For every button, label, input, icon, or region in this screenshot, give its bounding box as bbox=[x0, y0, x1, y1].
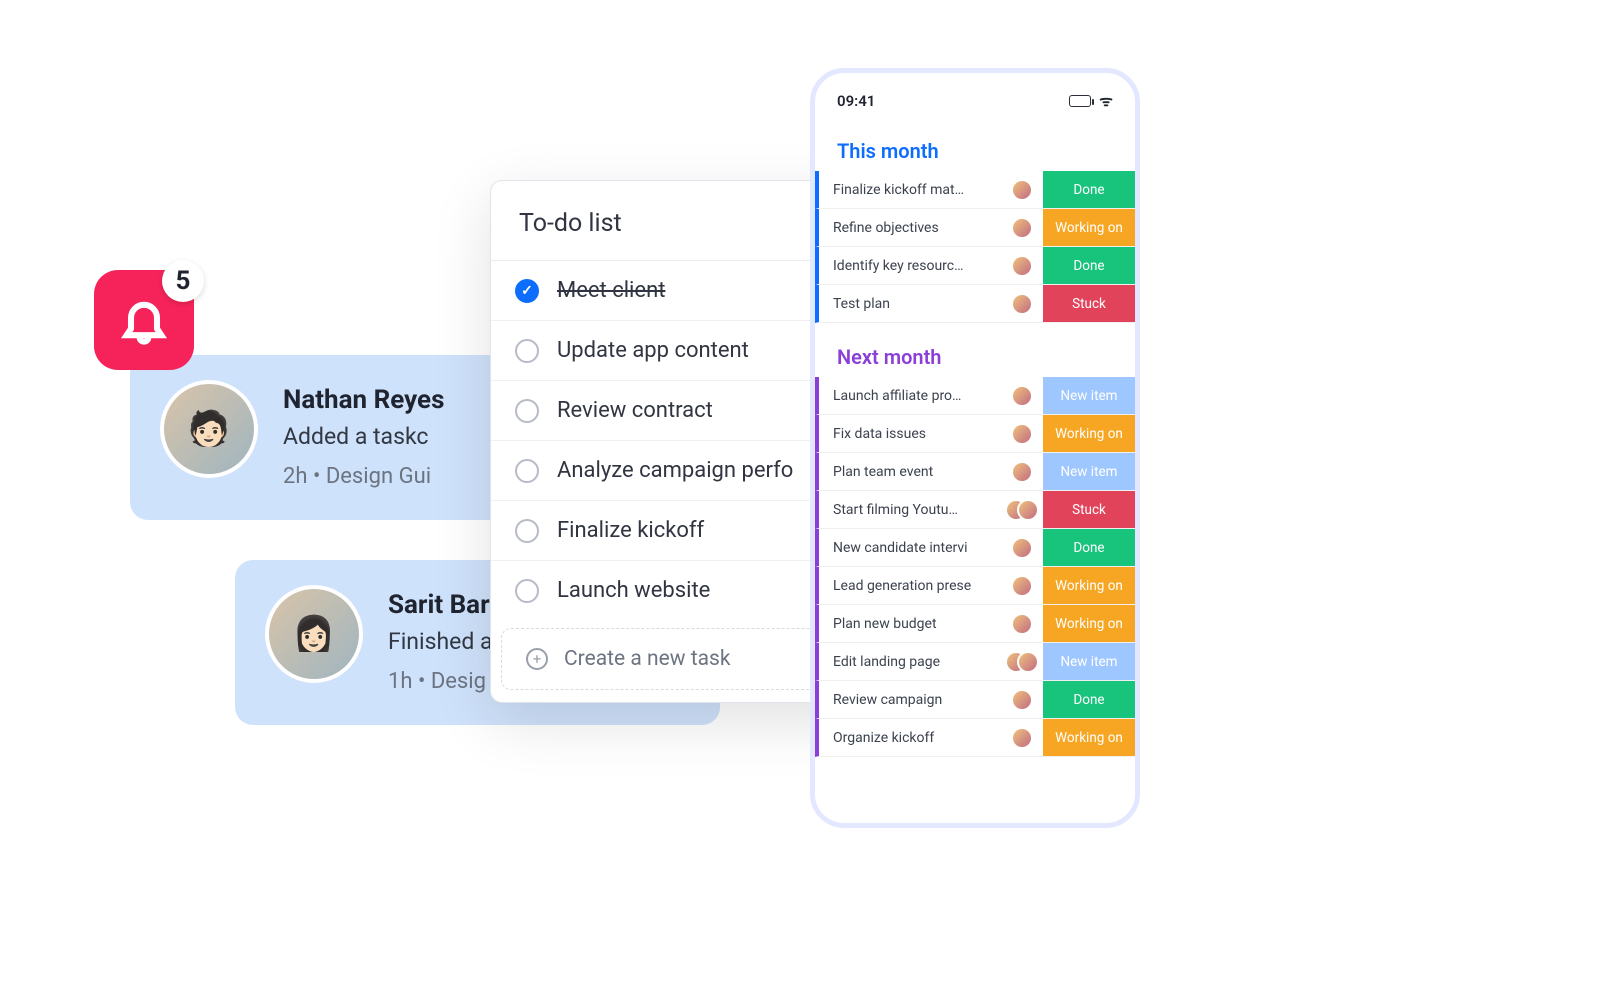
avatar: 🧑🏻 bbox=[160, 380, 258, 478]
todo-label: Review contract bbox=[557, 398, 713, 423]
avatar bbox=[1011, 179, 1033, 201]
task-row[interactable]: Start filming Youtu… Stuck bbox=[815, 491, 1135, 529]
status-badge[interactable]: Working on bbox=[1043, 209, 1135, 246]
assignee-avatars bbox=[1001, 537, 1043, 559]
todo-label: Launch website bbox=[557, 578, 710, 603]
task-name: Refine objectives bbox=[819, 220, 1001, 236]
assignee-avatars bbox=[1001, 689, 1043, 711]
status-badge[interactable]: Working on bbox=[1043, 415, 1135, 452]
status-badge[interactable]: Done bbox=[1043, 681, 1135, 718]
task-row[interactable]: Refine objectives Working on bbox=[815, 209, 1135, 247]
task-name: Start filming Youtu… bbox=[819, 502, 1001, 518]
status-icons: ᯤ bbox=[1069, 91, 1113, 111]
assignee-avatars bbox=[1001, 499, 1043, 521]
status-time: 09:41 bbox=[837, 92, 875, 110]
task-row[interactable]: Lead generation prese Working on bbox=[815, 567, 1135, 605]
task-name: Review campaign bbox=[819, 692, 1001, 708]
task-row[interactable]: Plan team event New item bbox=[815, 453, 1135, 491]
avatar bbox=[1011, 727, 1033, 749]
task-row[interactable]: Organize kickoff Working on bbox=[815, 719, 1135, 757]
task-row[interactable]: Plan new budget Working on bbox=[815, 605, 1135, 643]
task-name: New candidate intervi bbox=[819, 540, 1001, 556]
avatar bbox=[1017, 651, 1039, 673]
battery-icon bbox=[1069, 95, 1091, 107]
avatar: 👩🏻 bbox=[265, 585, 363, 683]
avatar bbox=[1011, 689, 1033, 711]
status-badge[interactable]: New item bbox=[1043, 453, 1135, 490]
assignee-avatars bbox=[1001, 651, 1043, 673]
todo-label: Finalize kickoff bbox=[557, 518, 704, 543]
status-badge[interactable]: Done bbox=[1043, 247, 1135, 284]
avatar bbox=[1011, 255, 1033, 277]
group-title[interactable]: Next month bbox=[815, 323, 1135, 377]
task-name: Lead generation prese bbox=[819, 578, 1001, 594]
todo-checkbox[interactable] bbox=[515, 459, 539, 483]
status-badge[interactable]: Done bbox=[1043, 171, 1135, 208]
avatar bbox=[1011, 293, 1033, 315]
task-group-next-month: Next month Launch affiliate pro… New item… bbox=[815, 323, 1135, 757]
assignee-avatars bbox=[1001, 217, 1043, 239]
phone-mock: 09:41 ᯤ This month Finalize kickoff mat…… bbox=[810, 68, 1140, 828]
assignee-avatars bbox=[1001, 255, 1043, 277]
notification-count-badge: 5 bbox=[162, 260, 204, 302]
status-badge[interactable]: New item bbox=[1043, 643, 1135, 680]
status-badge[interactable]: Working on bbox=[1043, 567, 1135, 604]
status-badge[interactable]: Working on bbox=[1043, 719, 1135, 756]
task-row[interactable]: Edit landing page New item bbox=[815, 643, 1135, 681]
task-row[interactable]: Finalize kickoff mat… Done bbox=[815, 171, 1135, 209]
task-name: Plan new budget bbox=[819, 616, 1001, 632]
task-row[interactable]: Launch affiliate pro… New item bbox=[815, 377, 1135, 415]
assignee-avatars bbox=[1001, 727, 1043, 749]
task-name: Finalize kickoff mat… bbox=[819, 182, 1001, 198]
assignee-avatars bbox=[1001, 293, 1043, 315]
task-row[interactable]: Review campaign Done bbox=[815, 681, 1135, 719]
assignee-avatars bbox=[1001, 385, 1043, 407]
avatar bbox=[1011, 461, 1033, 483]
todo-checkbox[interactable] bbox=[515, 519, 539, 543]
todo-label: Analyze campaign perfo bbox=[557, 458, 793, 483]
task-name: Organize kickoff bbox=[819, 730, 1001, 746]
status-badge[interactable]: Working on bbox=[1043, 605, 1135, 642]
notification-bell[interactable]: 5 bbox=[94, 270, 194, 370]
assignee-avatars bbox=[1001, 613, 1043, 635]
wifi-icon: ᯤ bbox=[1099, 91, 1113, 111]
task-group-this-month: This month Finalize kickoff mat…DoneRefi… bbox=[815, 117, 1135, 323]
todo-checkbox[interactable] bbox=[515, 579, 539, 603]
status-badge[interactable]: New item bbox=[1043, 377, 1135, 414]
todo-label: Meet client bbox=[557, 278, 665, 303]
todo-checkbox[interactable] bbox=[515, 279, 539, 303]
task-name: Launch affiliate pro… bbox=[819, 388, 1001, 404]
task-name: Plan team event bbox=[819, 464, 1001, 480]
group-title[interactable]: This month bbox=[815, 117, 1135, 171]
assignee-avatars bbox=[1001, 575, 1043, 597]
todo-checkbox[interactable] bbox=[515, 399, 539, 423]
task-name: Identify key resourc… bbox=[819, 258, 1001, 274]
assignee-avatars bbox=[1001, 461, 1043, 483]
task-row[interactable]: Fix data issues Working on bbox=[815, 415, 1135, 453]
status-bar: 09:41 ᯤ bbox=[815, 91, 1135, 117]
avatar bbox=[1017, 499, 1039, 521]
status-badge[interactable]: Stuck bbox=[1043, 285, 1135, 322]
task-name: Test plan bbox=[819, 296, 1001, 312]
status-badge[interactable]: Stuck bbox=[1043, 491, 1135, 528]
task-name: Edit landing page bbox=[819, 654, 1001, 670]
plus-icon: + bbox=[526, 648, 548, 670]
avatar bbox=[1011, 217, 1033, 239]
avatar bbox=[1011, 537, 1033, 559]
task-name: Fix data issues bbox=[819, 426, 1001, 442]
assignee-avatars bbox=[1001, 423, 1043, 445]
create-task-label: Create a new task bbox=[564, 647, 731, 671]
status-badge[interactable]: Done bbox=[1043, 529, 1135, 566]
avatar bbox=[1011, 385, 1033, 407]
avatar bbox=[1011, 613, 1033, 635]
assignee-avatars bbox=[1001, 179, 1043, 201]
task-row[interactable]: Identify key resourc… Done bbox=[815, 247, 1135, 285]
todo-checkbox[interactable] bbox=[515, 339, 539, 363]
avatar bbox=[1011, 423, 1033, 445]
task-row[interactable]: Test plan Stuck bbox=[815, 285, 1135, 323]
todo-label: Update app content bbox=[557, 338, 749, 363]
task-row[interactable]: New candidate intervi Done bbox=[815, 529, 1135, 567]
avatar bbox=[1011, 575, 1033, 597]
